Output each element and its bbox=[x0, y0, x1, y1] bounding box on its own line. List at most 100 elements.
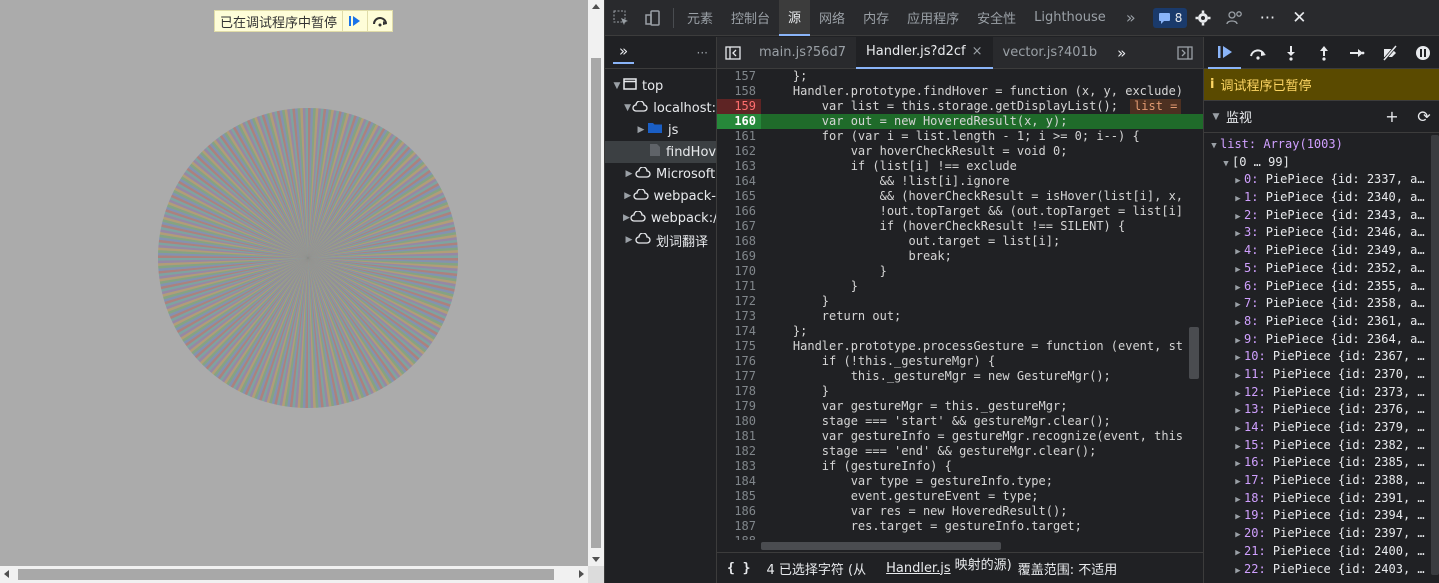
tab-sources[interactable]: 源 bbox=[779, 0, 811, 36]
more-navigator-tabs-button[interactable]: » bbox=[613, 42, 635, 64]
line-number[interactable]: 169 bbox=[717, 249, 761, 264]
toggle-navigator-button[interactable] bbox=[717, 37, 749, 69]
scrollbar-thumb[interactable] bbox=[1189, 327, 1199, 379]
watch-entry[interactable]: ▶ 15: PiePiece {id: 2382, … bbox=[1204, 437, 1439, 455]
code-line[interactable]: 172 } bbox=[717, 294, 1203, 309]
line-number[interactable]: 168 bbox=[717, 234, 761, 249]
close-devtools-button[interactable]: ✕ bbox=[1283, 0, 1315, 36]
code-line[interactable]: 176 if (!this._gestureMgr) { bbox=[717, 354, 1203, 369]
watch-entry[interactable]: ▶ 12: PiePiece {id: 2373, … bbox=[1204, 384, 1439, 402]
page-vertical-scrollbar[interactable] bbox=[588, 0, 604, 566]
code-line[interactable]: 161 for (var i = list.length - 1; i >= 0… bbox=[717, 129, 1203, 144]
step-button[interactable] bbox=[1340, 37, 1373, 69]
tab-console[interactable]: 控制台 bbox=[722, 0, 779, 36]
code-line[interactable]: 169 break; bbox=[717, 249, 1203, 264]
line-number[interactable]: 162 bbox=[717, 144, 761, 159]
device-toolbar-button[interactable] bbox=[637, 0, 669, 36]
watch-entry[interactable]: ▶ 3: PiePiece {id: 2346, a… bbox=[1204, 224, 1439, 242]
code-line[interactable]: 164 && !list[i].ignore bbox=[717, 174, 1203, 189]
tab-network[interactable]: 网络 bbox=[810, 0, 854, 36]
tree-item-webpack[interactable]: ▶ webpack:/ bbox=[605, 207, 716, 229]
line-number[interactable]: 160 bbox=[717, 114, 761, 129]
line-number[interactable]: 163 bbox=[717, 159, 761, 174]
scrollbar-thumb[interactable] bbox=[1431, 135, 1439, 575]
tree-item-microsoft[interactable]: ▶ Microsoft bbox=[605, 163, 716, 185]
watch-entry[interactable]: ▶ 2: PiePiece {id: 2343, a… bbox=[1204, 207, 1439, 225]
pretty-print-button[interactable]: { } bbox=[727, 561, 750, 576]
watch-entry[interactable]: ▶ 0: PiePiece {id: 2337, a… bbox=[1204, 171, 1439, 189]
watch-entry[interactable]: ▶ 17: PiePiece {id: 2388, … bbox=[1204, 472, 1439, 490]
watch-entry[interactable]: ▶ 22: PiePiece {id: 2403, … bbox=[1204, 561, 1439, 579]
line-number[interactable]: 165 bbox=[717, 189, 761, 204]
tab-lighthouse[interactable]: Lighthouse bbox=[1025, 0, 1115, 36]
code-horizontal-scrollbar[interactable] bbox=[761, 540, 1187, 552]
code-line[interactable]: 181 var gestureInfo = gestureMgr.recogni… bbox=[717, 429, 1203, 444]
customize-menu-button[interactable]: ··· bbox=[1251, 0, 1283, 36]
code-line[interactable]: 170 } bbox=[717, 264, 1203, 279]
line-number[interactable]: 158 bbox=[717, 84, 761, 99]
code-line[interactable]: 180 stage === 'start' && gestureMgr.clea… bbox=[717, 414, 1203, 429]
line-number[interactable]: 181 bbox=[717, 429, 761, 444]
resume-button[interactable] bbox=[342, 11, 367, 31]
sidebar-scrollbar[interactable] bbox=[1430, 133, 1439, 583]
tree-item-js[interactable]: ▶ js bbox=[605, 119, 716, 141]
line-number[interactable]: 176 bbox=[717, 354, 761, 369]
code-line[interactable]: 185 event.gestureEvent = type; bbox=[717, 489, 1203, 504]
inspect-element-button[interactable] bbox=[605, 0, 637, 36]
page-horizontal-scrollbar[interactable] bbox=[0, 566, 588, 583]
line-number[interactable]: 178 bbox=[717, 384, 761, 399]
code-line[interactable]: 184 var type = gestureInfo.type; bbox=[717, 474, 1203, 489]
line-number[interactable]: 166 bbox=[717, 204, 761, 219]
deactivate-breakpoints-button[interactable] bbox=[1373, 37, 1406, 69]
code-line[interactable]: 163 if (list[i] !== exclude bbox=[717, 159, 1203, 174]
scroll-up-arrow-icon[interactable] bbox=[592, 4, 600, 9]
tab-elements[interactable]: 元素 bbox=[678, 0, 722, 36]
line-number[interactable]: 184 bbox=[717, 474, 761, 489]
scroll-left-arrow-icon[interactable] bbox=[4, 570, 9, 578]
watch-entry[interactable]: ▶ 7: PiePiece {id: 2358, a… bbox=[1204, 295, 1439, 313]
more-editor-tabs-button[interactable]: » bbox=[1107, 37, 1136, 69]
code-line[interactable]: 182 stage === 'end' && gestureMgr.clear(… bbox=[717, 444, 1203, 459]
watch-entry[interactable]: ▶ 14: PiePiece {id: 2379, … bbox=[1204, 419, 1439, 437]
watch-entry[interactable]: ▶ 19: PiePiece {id: 2394, … bbox=[1204, 507, 1439, 525]
step-over-button[interactable] bbox=[1241, 37, 1274, 69]
watch-entry[interactable]: ▶ 1: PiePiece {id: 2340, a… bbox=[1204, 189, 1439, 207]
code-line[interactable]: 175 Handler.prototype.processGesture = f… bbox=[717, 339, 1203, 354]
resume-script-button[interactable] bbox=[1208, 37, 1241, 69]
line-number[interactable]: 164 bbox=[717, 174, 761, 189]
watch-entry[interactable]: ▶ 10: PiePiece {id: 2367, … bbox=[1204, 348, 1439, 366]
line-number[interactable]: 171 bbox=[717, 279, 761, 294]
close-tab-icon[interactable]: × bbox=[972, 44, 983, 59]
watch-entry[interactable]: ▶ 13: PiePiece {id: 2376, … bbox=[1204, 401, 1439, 419]
scroll-down-arrow-icon[interactable] bbox=[592, 557, 600, 562]
watch-entry[interactable]: ▶ 11: PiePiece {id: 2370, … bbox=[1204, 366, 1439, 384]
code-line[interactable]: 159 var list = this.storage.getDisplayLi… bbox=[717, 99, 1203, 114]
watch-entry[interactable]: ▶ 18: PiePiece {id: 2391, … bbox=[1204, 490, 1439, 508]
array-range-group[interactable]: ▼ [0 … 99] bbox=[1204, 154, 1439, 172]
watch-entry[interactable]: ▶ 6: PiePiece {id: 2355, a… bbox=[1204, 278, 1439, 296]
watch-entry[interactable]: ▶ 4: PiePiece {id: 2349, a… bbox=[1204, 242, 1439, 260]
tab-memory[interactable]: 内存 bbox=[854, 0, 898, 36]
add-watch-button[interactable]: + bbox=[1376, 107, 1408, 126]
line-number[interactable]: 170 bbox=[717, 264, 761, 279]
scrollbar-thumb[interactable] bbox=[761, 542, 1001, 550]
pause-on-exceptions-button[interactable] bbox=[1406, 37, 1439, 69]
watch-expression[interactable]: ▼ list: Array(1003) bbox=[1204, 136, 1439, 154]
refresh-watch-button[interactable]: ⟳ bbox=[1408, 107, 1439, 126]
code-line[interactable]: 179 var gestureMgr = this._gestureMgr; bbox=[717, 399, 1203, 414]
step-over-button[interactable] bbox=[367, 11, 392, 31]
tab-security[interactable]: 安全性 bbox=[968, 0, 1025, 36]
navigator-menu-button[interactable]: ··· bbox=[697, 46, 708, 60]
code-line[interactable]: 186 var res = new HoveredResult(); bbox=[717, 504, 1203, 519]
step-into-button[interactable] bbox=[1274, 37, 1307, 69]
code-line[interactable]: 178 } bbox=[717, 384, 1203, 399]
settings-button[interactable] bbox=[1187, 0, 1219, 36]
scrollbar-thumb[interactable] bbox=[18, 569, 554, 580]
more-tabs-button[interactable]: » bbox=[1115, 0, 1147, 36]
step-out-button[interactable] bbox=[1307, 37, 1340, 69]
line-number[interactable]: 183 bbox=[717, 459, 761, 474]
code-line[interactable]: 174 }; bbox=[717, 324, 1203, 339]
editor-tab-vector-js[interactable]: vector.js?401b bbox=[993, 37, 1108, 69]
code-line[interactable]: 187 res.target = gestureInfo.target; bbox=[717, 519, 1203, 534]
code-line[interactable]: 166 !out.topTarget && (out.topTarget = l… bbox=[717, 204, 1203, 219]
